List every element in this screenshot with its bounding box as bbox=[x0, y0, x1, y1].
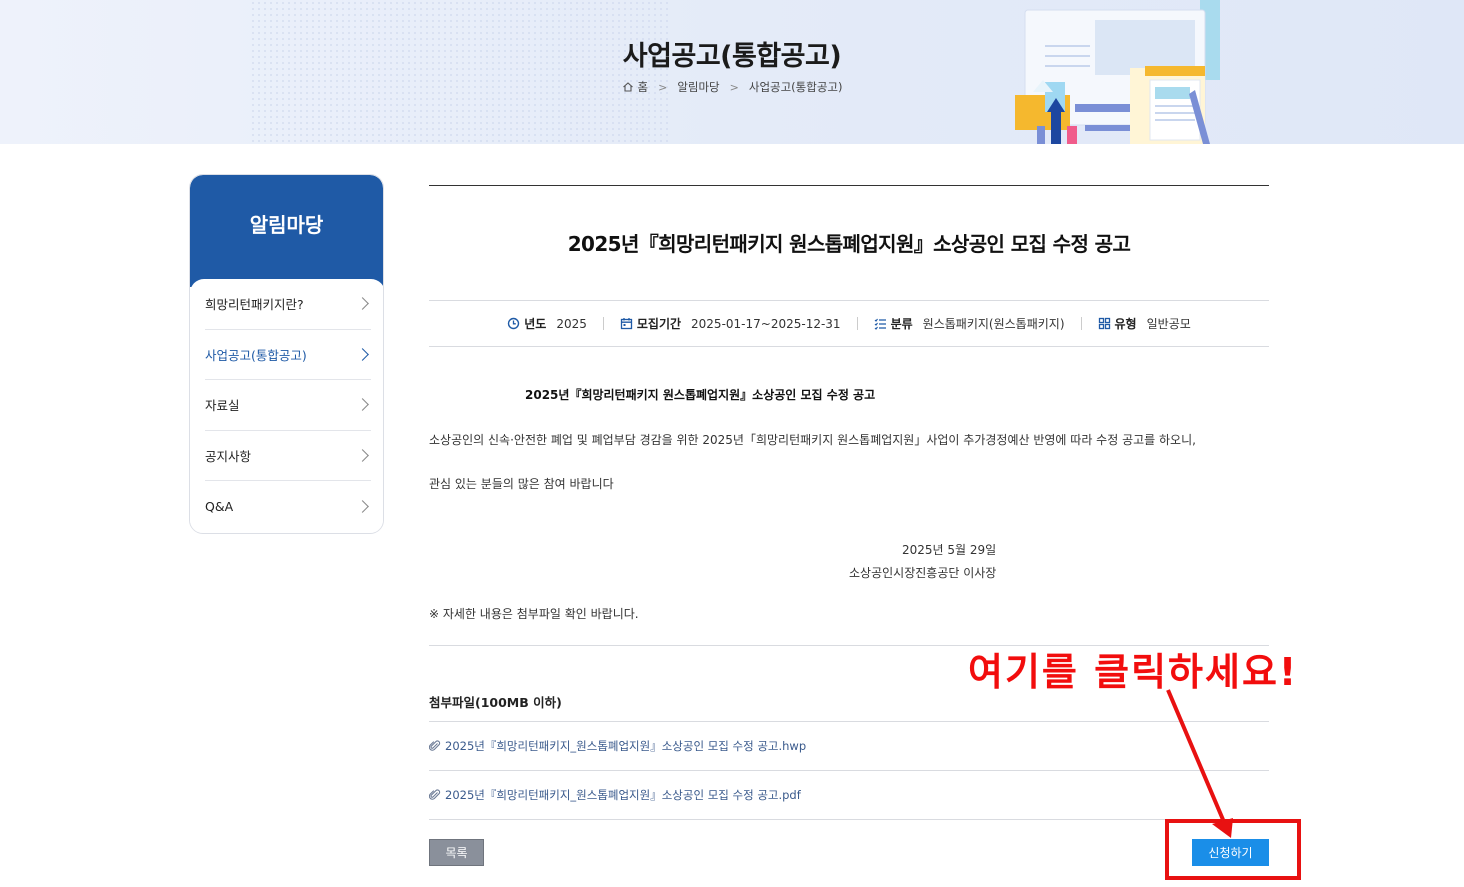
breadcrumb-notice[interactable]: 알림마당 bbox=[677, 79, 719, 95]
breadcrumb: 홈 > 알림마당 > 사업공고(통합공고) bbox=[0, 79, 1464, 95]
list-button[interactable]: 목록 bbox=[429, 839, 484, 866]
meta-period-value: 2025-01-17~2025-12-31 bbox=[691, 316, 841, 331]
annotation-text: 여기를 클릭하세요! bbox=[968, 650, 1299, 694]
paperclip-icon bbox=[429, 740, 441, 751]
chevron-right-icon bbox=[356, 500, 369, 514]
sidebar-item-qna[interactable]: Q&A bbox=[205, 481, 371, 532]
sidebar-item-label: 사업공고(통합공고) bbox=[205, 347, 307, 363]
attachment-name: 2025년『희망리턴패키지_원스톱폐업지원』소상공인 모집 수정 공고.hwp bbox=[445, 739, 807, 753]
paperclip-icon bbox=[429, 789, 441, 800]
grid-icon bbox=[1098, 317, 1110, 330]
meta-type-value: 일반공모 bbox=[1146, 317, 1191, 331]
attachments-title: 첨부파일(100MB 이하) bbox=[429, 695, 562, 710]
post-body: 2025년『희망리턴패키지 원스톱폐업지원』소상공인 모집 수정 공고 소상공인… bbox=[429, 386, 1269, 623]
meta-type-label: 유형 bbox=[1114, 317, 1137, 331]
attachment-name: 2025년『희망리턴패키지_원스톱폐업지원』소상공인 모집 수정 공고.pdf bbox=[445, 788, 801, 802]
meta-type: 유형 일반공모 bbox=[1098, 315, 1191, 332]
list-icon bbox=[874, 318, 886, 330]
body-paragraph: 관심 있는 분들의 많은 참여 바랍니다 bbox=[429, 477, 614, 491]
sidebar-item-label: Q&A bbox=[205, 499, 234, 515]
home-icon[interactable] bbox=[622, 81, 634, 93]
body-heading: 2025년『희망리턴패키지 원스톱폐업지원』소상공인 모집 수정 공고 bbox=[525, 388, 876, 402]
meta-category-value: 원스톱패키지(원스톱패키지) bbox=[922, 317, 1065, 331]
divider bbox=[856, 317, 858, 330]
sidebar-title: 알림마당 bbox=[190, 175, 383, 287]
attachments-list: 2025년『희망리턴패키지_원스톱폐업지원』소상공인 모집 수정 공고.hwp … bbox=[429, 721, 1269, 820]
meta-year-label: 년도 bbox=[524, 317, 547, 331]
clock-icon bbox=[508, 317, 520, 330]
post-detail: 2025년『희망리턴패키지 원스톱폐업지원』소상공인 모집 수정 공고 년도 2… bbox=[429, 185, 1269, 866]
attachment-link[interactable]: 2025년『희망리턴패키지_원스톱폐업지원』소상공인 모집 수정 공고.pdf bbox=[429, 771, 1269, 820]
chevron-right-icon bbox=[356, 449, 369, 462]
sidebar-item-archive[interactable]: 자료실 bbox=[205, 380, 371, 431]
meta-period: 모집기간 2025-01-17~2025-12-31 bbox=[620, 315, 841, 332]
divider bbox=[429, 185, 1269, 186]
body-date: 2025년 5월 29일 bbox=[902, 543, 997, 557]
divider bbox=[1080, 317, 1082, 330]
divider bbox=[602, 317, 604, 330]
breadcrumb-home[interactable]: 홈 bbox=[638, 79, 649, 95]
chevron-right-icon: > bbox=[658, 80, 668, 94]
annotation-highlight-box bbox=[1165, 819, 1301, 880]
page-title: 사업공고(통합공고) bbox=[622, 41, 842, 72]
post-meta: 년도 2025 모집기간 2025-01-17~2025-12-31 분류 원스… bbox=[429, 300, 1269, 347]
meta-category: 분류 원스톱패키지(원스톱패키지) bbox=[874, 315, 1065, 332]
breadcrumb-current[interactable]: 사업공고(통합공고) bbox=[749, 79, 843, 95]
sidebar: 알림마당 희망리턴패키지란? 사업공고(통합공고) 자료실 공지사항 Q&A bbox=[189, 174, 384, 534]
meta-year-value: 2025 bbox=[556, 316, 587, 331]
sidebar-item-announcements[interactable]: 사업공고(통합공고) bbox=[205, 330, 371, 381]
attachment-link[interactable]: 2025년『희망리턴패키지_원스톱폐업지원』소상공인 모집 수정 공고.hwp bbox=[429, 722, 1269, 771]
sidebar-item-label: 희망리턴패키지란? bbox=[205, 297, 304, 313]
meta-year: 년도 2025 bbox=[507, 315, 587, 332]
sidebar-item-notices[interactable]: 공지사항 bbox=[205, 431, 371, 482]
chevron-right-icon bbox=[356, 348, 369, 361]
post-title: 2025년『희망리턴패키지 원스톱폐업지원』소상공인 모집 수정 공고 bbox=[567, 232, 1131, 256]
chevron-right-icon bbox=[356, 297, 369, 311]
page-banner: 사업공고(통합공고) 홈 > 알림마당 > 사업공고(통합공고) bbox=[0, 0, 1464, 144]
body-note: ※ 자세한 내용은 첨부파일 확인 바랍니다. bbox=[429, 607, 639, 621]
sidebar-item-about[interactable]: 희망리턴패키지란? bbox=[205, 279, 371, 330]
meta-period-label: 모집기간 bbox=[636, 317, 682, 331]
body-paragraph: 소상공인의 신속·안전한 폐업 및 폐업부담 경감을 위한 2025년「희망리턴… bbox=[429, 433, 1196, 447]
chevron-right-icon bbox=[356, 398, 369, 412]
body-signer: 소상공인시장진흥공단 이사장 bbox=[849, 566, 997, 580]
calendar-icon bbox=[620, 318, 633, 330]
document-illustration bbox=[1015, 0, 1220, 144]
sidebar-menu: 희망리턴패키지란? 사업공고(통합공고) 자료실 공지사항 Q&A bbox=[190, 279, 383, 532]
chevron-right-icon: > bbox=[729, 80, 739, 94]
sidebar-item-label: 공지사항 bbox=[205, 449, 252, 465]
meta-category-label: 분류 bbox=[890, 317, 913, 331]
sidebar-item-label: 자료실 bbox=[205, 398, 240, 414]
